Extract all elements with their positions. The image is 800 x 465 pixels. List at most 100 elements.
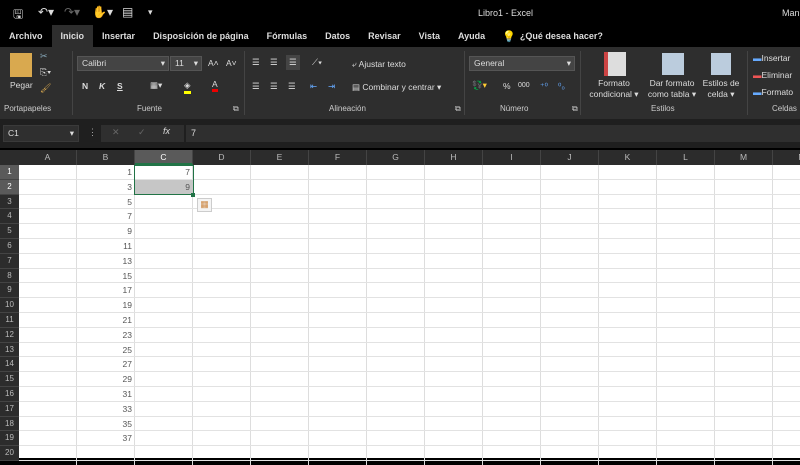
increase-font-icon[interactable]: A˄ (208, 58, 219, 68)
cell-styles-button[interactable]: Estilos decelda ▾ (700, 78, 742, 100)
format-cells-button[interactable]: ▬Formato (753, 87, 793, 97)
borders-icon[interactable]: ▦▾ (150, 80, 162, 91)
tell-me-input[interactable]: ¿Qué desea hacer? (516, 25, 612, 47)
touch-mode-icon[interactable]: ✋▾ (92, 5, 113, 19)
cell-B3[interactable]: 5 (77, 195, 135, 210)
row-header-1[interactable]: 1 (0, 165, 19, 180)
wrap-text-button[interactable]: ⤶ Ajustar texto (352, 59, 406, 70)
italic-button[interactable]: K (99, 81, 105, 91)
row-header-5[interactable]: 5 (0, 224, 19, 239)
column-header-H[interactable]: H (425, 150, 483, 165)
decrease-indent-icon[interactable]: ⇤ (310, 81, 317, 92)
conditional-format-button[interactable]: Formatocondicional ▾ (586, 78, 642, 100)
tab-vista[interactable]: Vista (410, 25, 449, 47)
column-header-M[interactable]: M (715, 150, 773, 165)
align-left-icon[interactable]: ☰ (252, 81, 260, 92)
increase-indent-icon[interactable]: ⇥ (328, 81, 335, 92)
row-header-3[interactable]: 3 (0, 195, 19, 210)
cell-B2[interactable]: 3 (77, 180, 135, 195)
cell-B13[interactable]: 25 (77, 343, 135, 358)
orientation-icon[interactable]: ⟋▾ (312, 57, 322, 68)
cell-B4[interactable]: 7 (77, 209, 135, 224)
column-header-C[interactable]: C (135, 150, 193, 165)
cancel-icon[interactable]: ✕ (112, 127, 120, 138)
copy-icon[interactable]: ⎘▾ (40, 67, 51, 78)
tab-datos[interactable]: Datos (316, 25, 359, 47)
delete-cells-button[interactable]: ▬Eliminar (753, 70, 792, 80)
column-header-F[interactable]: F (309, 150, 367, 165)
formula-input[interactable]: 7 (186, 125, 800, 142)
row-header-7[interactable]: 7 (0, 254, 19, 269)
thousands-button[interactable]: 000 (518, 82, 530, 89)
cell-B11[interactable]: 21 (77, 313, 135, 328)
row-header-2[interactable]: 2 (0, 180, 19, 195)
undo-icon[interactable]: ↶▾ (38, 5, 54, 19)
insert-function-button[interactable]: fx (163, 126, 170, 136)
select-all-button[interactable] (0, 150, 19, 165)
cell-B16[interactable]: 31 (77, 387, 135, 402)
alignment-dialog-launcher-icon[interactable]: ⧉ (455, 104, 461, 114)
tab-revisar[interactable]: Revisar (359, 25, 410, 47)
tab-disposicion[interactable]: Disposición de página (144, 25, 258, 47)
row-header-9[interactable]: 9 (0, 283, 19, 298)
row-header-6[interactable]: 6 (0, 239, 19, 254)
tab-formulas[interactable]: Fórmulas (258, 25, 317, 47)
currency-icon[interactable]: 💱▾ (472, 80, 487, 91)
paste-icon[interactable] (10, 53, 32, 77)
name-box[interactable]: C1▾ (3, 125, 79, 142)
row-header-20[interactable]: 20 (0, 446, 19, 461)
paste-button[interactable]: Pegar (10, 80, 33, 90)
number-dialog-launcher-icon[interactable]: ⧉ (572, 104, 578, 114)
cell-B10[interactable]: 19 (77, 298, 135, 313)
column-header-D[interactable]: D (193, 150, 251, 165)
fill-color-icon[interactable]: ◈ (184, 80, 191, 94)
align-right-icon[interactable]: ☰ (288, 81, 296, 92)
percent-button[interactable]: % (503, 81, 511, 91)
font-dialog-launcher-icon[interactable]: ⧉ (233, 104, 239, 114)
align-middle-icon[interactable]: ☰ (270, 57, 278, 68)
number-format-select[interactable]: General▾ (469, 56, 575, 71)
cell-C1[interactable]: 7 (135, 165, 193, 180)
decrease-font-icon[interactable]: A˅ (226, 58, 237, 68)
row-header-14[interactable]: 14 (0, 357, 19, 372)
align-bottom-icon[interactable]: ☰ (286, 55, 300, 70)
cell-B19[interactable]: 37 (77, 431, 135, 446)
cell-B1[interactable]: 1 (77, 165, 135, 180)
merge-center-button[interactable]: ▤ Combinar y centrar ▾ (352, 82, 441, 93)
column-header-A[interactable]: A (19, 150, 77, 165)
cell-B12[interactable]: 23 (77, 328, 135, 343)
user-name[interactable]: Man (782, 8, 800, 18)
row-header-12[interactable]: 12 (0, 328, 19, 343)
worksheet-grid[interactable]: ABCDEFGHIJKLMN 1234567891011121314151617… (0, 150, 800, 458)
align-center-icon[interactable]: ☰ (270, 81, 278, 92)
tab-archivo[interactable]: Archivo (0, 25, 52, 47)
column-header-B[interactable]: B (77, 150, 135, 165)
form-icon[interactable]: ▤ (122, 5, 133, 19)
cell-B15[interactable]: 29 (77, 372, 135, 387)
column-header-K[interactable]: K (599, 150, 657, 165)
row-header-18[interactable]: 18 (0, 417, 19, 432)
row-header-8[interactable]: 8 (0, 269, 19, 284)
cell-B5[interactable]: 9 (77, 224, 135, 239)
align-top-icon[interactable]: ☰ (252, 57, 260, 68)
cell-B9[interactable]: 17 (77, 283, 135, 298)
tab-ayuda[interactable]: Ayuda (449, 25, 494, 47)
row-header-15[interactable]: 15 (0, 372, 19, 387)
cell-B7[interactable]: 13 (77, 254, 135, 269)
font-size-select[interactable]: 11▾ (170, 56, 202, 71)
row-header-17[interactable]: 17 (0, 402, 19, 417)
font-color-icon[interactable]: A (212, 79, 218, 92)
row-header-13[interactable]: 13 (0, 343, 19, 358)
underline-button[interactable]: S (117, 81, 123, 91)
more-icon[interactable]: ⋮ (88, 127, 97, 138)
cell-B14[interactable]: 27 (77, 357, 135, 372)
bold-button[interactable]: N (82, 81, 88, 91)
font-name-select[interactable]: Calibri▾ (77, 56, 169, 71)
cell-B6[interactable]: 11 (77, 239, 135, 254)
column-header-I[interactable]: I (483, 150, 541, 165)
cell-B8[interactable]: 15 (77, 269, 135, 284)
format-painter-icon[interactable]: 🖌 (40, 83, 51, 94)
column-header-E[interactable]: E (251, 150, 309, 165)
row-header-10[interactable]: 10 (0, 298, 19, 313)
cut-icon[interactable]: ✂ (40, 51, 48, 62)
